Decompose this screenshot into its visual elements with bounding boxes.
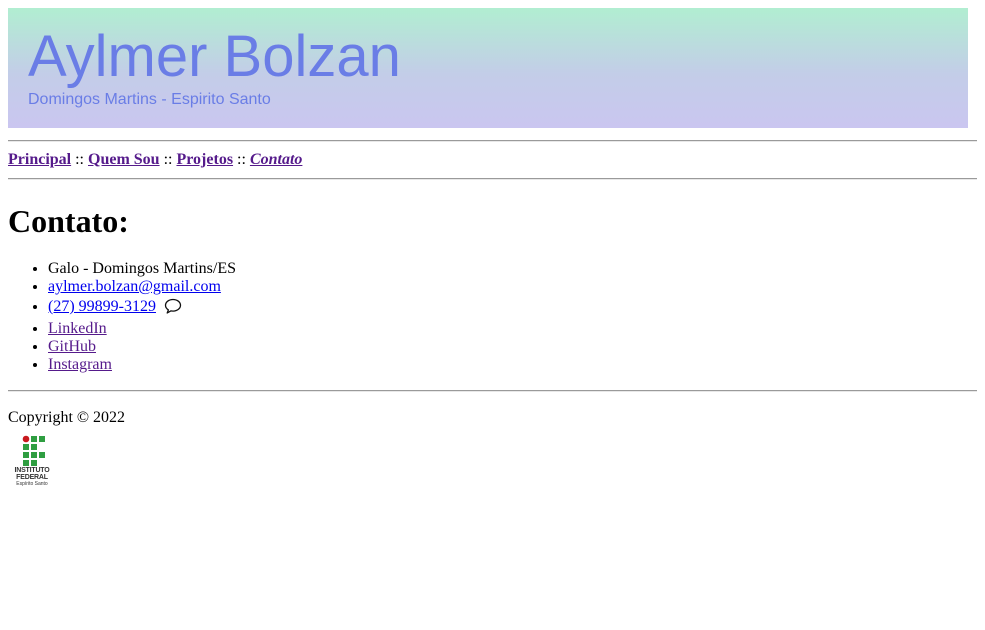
nav-link-projetos[interactable]: Projetos [176,151,233,168]
nav-link-quem-sou[interactable]: Quem Sou [88,151,160,168]
nav-link-principal[interactable]: Principal [8,151,71,168]
main-nav: Principal :: Quem Sou :: Projetos :: Con… [8,142,977,178]
contact-list: Galo - Domingos Martins/ES aylmer.bolzan… [8,260,977,374]
divider [8,178,977,180]
phone-link[interactable]: (27) 99899-3129 [48,298,156,315]
contact-item-instagram: Instagram [48,356,977,374]
if-logo-text: INSTITUTO FEDERAL Espírito Santo [7,467,57,488]
email-link[interactable]: aylmer.bolzan@gmail.com [48,278,221,295]
logo-line-2: FEDERAL [16,474,48,481]
logo-line-3: Espírito Santo [16,481,48,487]
chat-bubble-icon[interactable] [164,298,182,320]
contact-item-github: GitHub [48,338,977,356]
nav-separator: :: [75,151,84,168]
site-title: Aylmer Bolzan [28,24,401,89]
nav-separator: :: [237,151,246,168]
contact-item-linkedin: LinkedIn [48,320,977,338]
page: Aylmer Bolzan Domingos Martins - Espirit… [0,0,985,488]
logo-line-1: INSTITUTO [14,467,50,474]
page-heading: Contato: [8,203,129,239]
copyright-text: Copyright © 2022 [8,409,126,426]
site-subtitle: Domingos Martins - Espirito Santo [28,91,271,108]
address-text: Galo - Domingos Martins/ES [48,260,236,277]
github-link[interactable]: GitHub [48,338,96,355]
contact-item-email: aylmer.bolzan@gmail.com [48,278,977,296]
site-header: Aylmer Bolzan Domingos Martins - Espirit… [8,8,968,128]
linkedin-link[interactable]: LinkedIn [48,320,107,337]
divider [8,390,977,392]
if-logo-mark [22,435,45,466]
contact-item-phone: (27) 99899-3129 [48,296,977,320]
instituto-federal-logo: INSTITUTO FEDERAL Espírito Santo [8,435,58,488]
nav-separator: :: [163,151,173,168]
nav-link-contato[interactable]: Contato [250,151,302,168]
contact-item-address: Galo - Domingos Martins/ES [48,260,977,278]
instagram-link[interactable]: Instagram [48,356,112,373]
